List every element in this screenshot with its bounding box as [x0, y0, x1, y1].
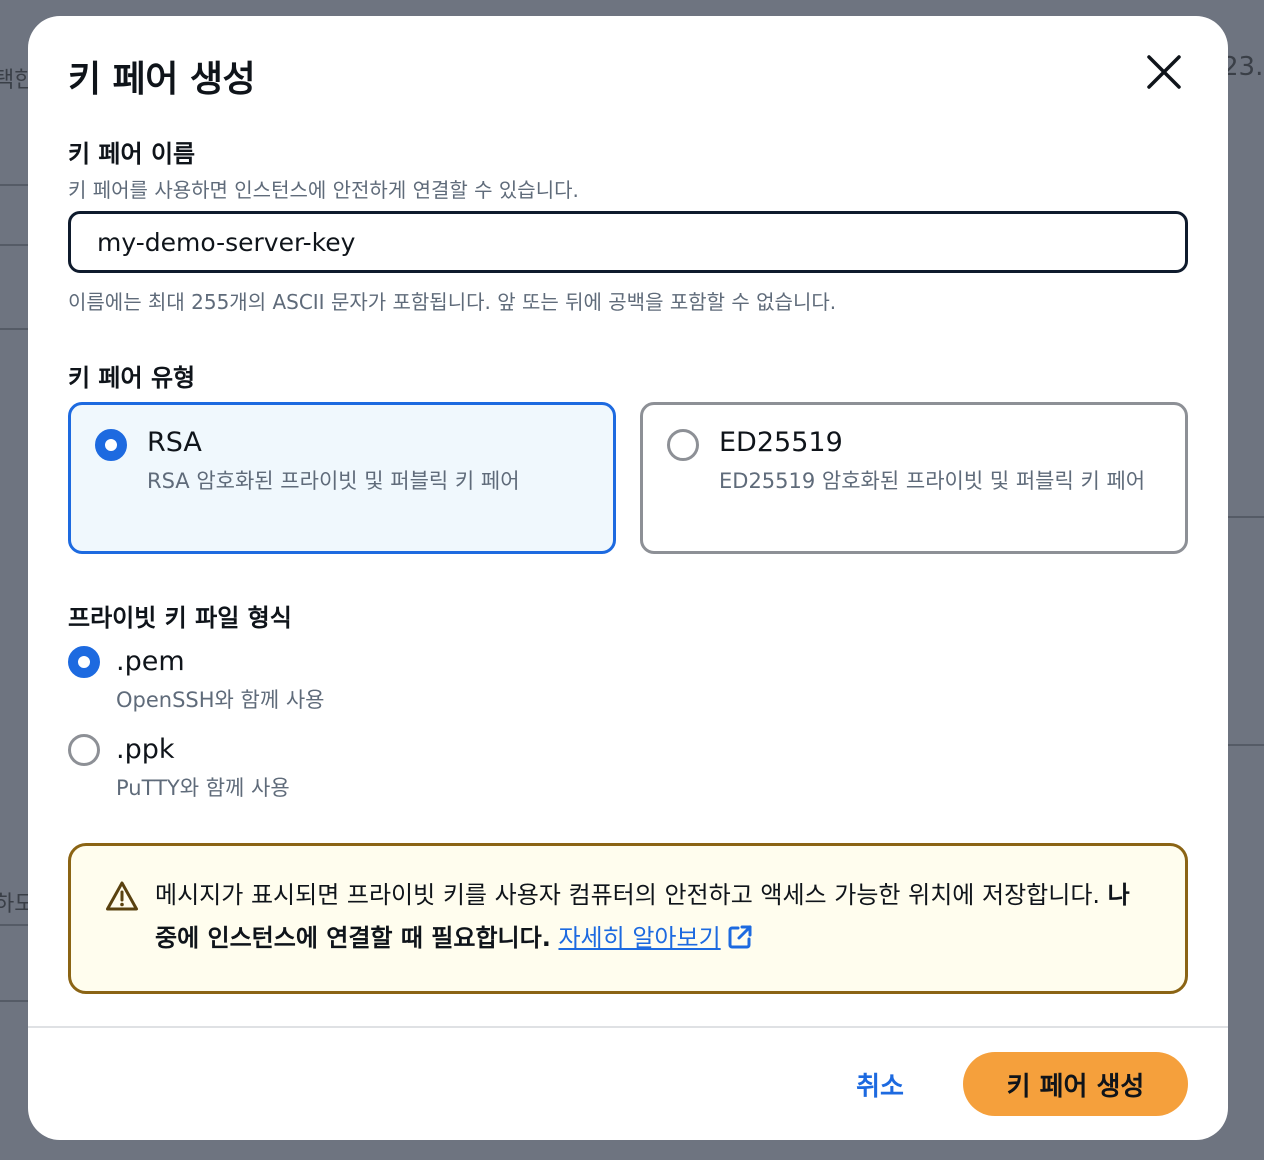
learn-more-link[interactable]: 자세히 알아보기 [558, 924, 720, 952]
key-type-option-title: ED25519 [719, 427, 843, 458]
dialog-title: 키 페어 생성 [68, 59, 256, 100]
key-name-input[interactable] [68, 211, 1188, 273]
key-type-label: 키 페어 유형 [68, 364, 196, 392]
key-type-option-description: ED25519 암호화된 프라이빗 및 퍼블릭 키 페어 [719, 469, 1146, 493]
alert-text: 메시지가 표시되면 프라이빗 키를 사용자 컴퓨터의 안전하고 액세스 가능한 … [155, 881, 1108, 909]
background-divider [0, 184, 28, 186]
key-name-label: 키 페어 이름 [68, 140, 196, 168]
cancel-button[interactable]: 취소 [840, 1060, 920, 1108]
background-divider [0, 924, 28, 926]
rsa-radio[interactable] [95, 429, 127, 461]
create-key-pair-dialog: 키 페어 생성 키 페어 이름 키 페어를 사용하면 인스턴스에 안전하게 연결… [28, 16, 1228, 1140]
background-text-right: 23.6 [1222, 52, 1264, 82]
footer-divider [28, 1026, 1228, 1028]
key-name-description: 키 페어를 사용하면 인스턴스에 안전하게 연결할 수 있습니다. [68, 178, 579, 202]
external-link-icon[interactable] [727, 924, 753, 950]
key-name-constraint-hint: 이름에는 최대 255개의 ASCII 문자가 포함됩니다. 앞 또는 뒤에 공… [68, 290, 837, 314]
pem-option-description: OpenSSH와 함께 사용 [116, 688, 325, 712]
file-format-label: 프라이빗 키 파일 형식 [68, 604, 292, 632]
background-divider [0, 244, 28, 246]
ppk-option-label[interactable]: .ppk [116, 734, 175, 765]
save-key-warning-alert: 메시지가 표시되면 프라이빗 키를 사용자 컴퓨터의 안전하고 액세스 가능한 … [68, 843, 1188, 994]
warning-icon [106, 881, 138, 911]
key-type-option-title: RSA [147, 427, 202, 458]
pem-option-label[interactable]: .pem [116, 646, 185, 677]
ppk-radio[interactable] [68, 734, 100, 766]
background-divider [0, 1000, 28, 1002]
ppk-option-description: PuTTY와 함께 사용 [116, 776, 290, 800]
close-icon [1147, 55, 1181, 89]
close-button[interactable] [1138, 46, 1190, 98]
create-key-pair-button[interactable]: 키 페어 생성 [963, 1052, 1188, 1116]
background-divider [1228, 744, 1264, 746]
background-divider [0, 328, 28, 330]
key-type-option-ed25519[interactable]: ED25519 ED25519 암호화된 프라이빗 및 퍼블릭 키 페어 [640, 402, 1188, 554]
background-divider [1228, 516, 1264, 518]
key-type-option-description: RSA 암호화된 프라이빗 및 퍼블릭 키 페어 [147, 469, 520, 493]
key-type-option-rsa[interactable]: RSA RSA 암호화된 프라이빗 및 퍼블릭 키 페어 [68, 402, 616, 554]
alert-message: 메시지가 표시되면 프라이빗 키를 사용자 컴퓨터의 안전하고 액세스 가능한 … [155, 874, 1145, 960]
ed25519-radio[interactable] [667, 429, 699, 461]
pem-radio[interactable] [68, 646, 100, 678]
